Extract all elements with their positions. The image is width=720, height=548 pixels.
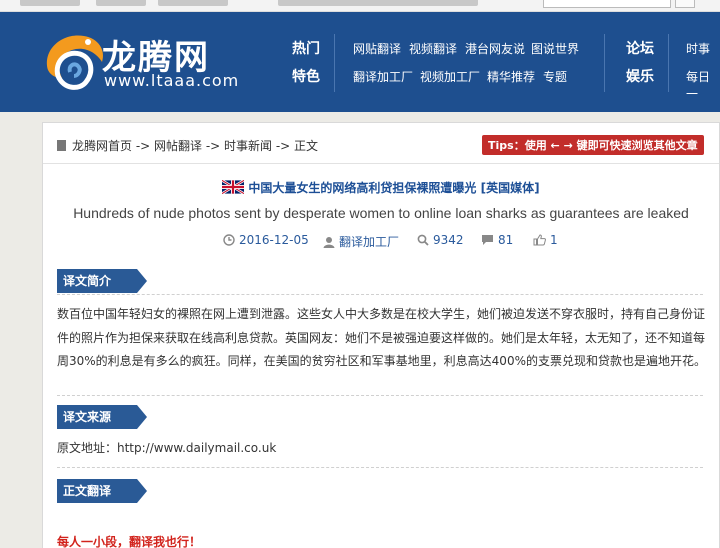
top-link-cut — [158, 0, 228, 6]
nav-category-feature[interactable]: 特色 — [292, 66, 320, 86]
article-title-text: 中国大量女生的网络高利贷担保裸照遭曝光 [英国媒体] — [248, 181, 540, 195]
article-title: 中国大量女生的网络高利贷担保裸照遭曝光 [英国媒体] — [43, 179, 719, 196]
user-icon — [323, 237, 335, 248]
top-search-input[interactable] — [543, 0, 671, 8]
nav-link-video-translation[interactable]: 视频翻译 — [409, 40, 457, 57]
nav-link-translation-factory[interactable]: 翻译加工厂 — [353, 68, 413, 85]
document-icon — [57, 140, 66, 151]
top-link-cut — [96, 0, 146, 6]
article-subtitle: Hundreds of nude photos sent by desperat… — [73, 205, 689, 221]
breadcrumb: 龙腾网首页 -> 网帖翻译 -> 时事新闻 -> 正文 — [57, 137, 318, 154]
section-divider — [57, 395, 703, 396]
meta-date: 2016-12-05 — [223, 233, 309, 247]
meta-date-text: 2016-12-05 — [239, 233, 309, 247]
nav-category-entertainment[interactable]: 娱乐 — [626, 66, 654, 86]
section-label-source: 译文来源 — [57, 405, 147, 429]
section-label-translation: 正文翻译 — [57, 479, 147, 503]
nav-link-featured[interactable]: 精华推荐 — [487, 68, 535, 85]
nav-divider — [604, 34, 605, 92]
nav-link-current-affairs[interactable]: 时事 — [686, 40, 710, 57]
comment-icon — [482, 235, 493, 245]
nav-category-forum[interactable]: 论坛 — [626, 38, 654, 58]
search-icon — [417, 234, 429, 246]
top-link-cut — [20, 0, 80, 6]
meta-comments: 81 — [481, 233, 513, 247]
article-panel: 龙腾网首页 -> 网帖翻译 -> 时事新闻 -> 正文 Tips：使用 ← → … — [42, 122, 720, 548]
divider — [43, 163, 719, 164]
thumbs-up-icon — [533, 234, 546, 246]
clock-icon — [223, 234, 235, 246]
section-divider — [57, 467, 703, 468]
section-label-intro: 译文简介 — [57, 269, 147, 293]
uk-flag-icon — [222, 180, 245, 194]
meta-views: 9342 — [417, 233, 464, 247]
nav-divider — [334, 34, 335, 92]
dragon-logo-icon — [46, 35, 104, 90]
meta-likes-text[interactable]: 1 — [550, 233, 558, 247]
nav-link-picture-world[interactable]: 图说世界 — [531, 40, 579, 57]
nav-link-topics[interactable]: 专题 — [543, 68, 567, 85]
intro-text: 数百位中国年轻妇女的裸照在网上遭到泄露。这些女人中大多数是在校大学生，她们被迫发… — [57, 307, 706, 368]
breadcrumb-text[interactable]: 龙腾网首页 -> 网帖翻译 -> 时事新闻 -> 正文 — [72, 139, 318, 153]
nav-link-video-factory[interactable]: 视频加工厂 — [420, 68, 480, 85]
nav-divider — [668, 34, 669, 92]
translation-slogan: 每人一小段，翻译我也行！ — [57, 535, 202, 548]
meta-views-text: 9342 — [433, 233, 464, 247]
logo-url: www.ltaaa.com — [104, 71, 240, 90]
nav-link-hk-tw-netizens[interactable]: 港台网友说 — [465, 40, 525, 57]
meta-author: 翻译加工厂 — [323, 233, 399, 250]
top-notice-cut — [278, 0, 478, 6]
site-logo[interactable]: 龙腾网 www.ltaaa.com — [40, 28, 260, 98]
section-divider — [57, 294, 703, 295]
site-header: 龙腾网 www.ltaaa.com 热门 特色 网贴翻译 视频翻译 港台网友说 … — [0, 12, 720, 112]
tips-badge: Tips：使用 ← → 键即可快速浏览其他文章 — [482, 135, 704, 155]
meta-likes: 1 — [533, 233, 558, 247]
nav-link-daily[interactable]: 每日一 — [686, 68, 720, 102]
meta-author-text[interactable]: 翻译加工厂 — [339, 235, 399, 249]
top-search-button[interactable] — [675, 0, 695, 8]
meta-comments-text[interactable]: 81 — [498, 233, 513, 247]
nav-category-hot[interactable]: 热门 — [292, 38, 320, 58]
source-text[interactable]: 原文地址：http://www.dailymail.co.uk — [57, 439, 276, 456]
top-utility-bar — [0, 0, 720, 12]
nav-link-web-translation[interactable]: 网贴翻译 — [353, 40, 401, 57]
